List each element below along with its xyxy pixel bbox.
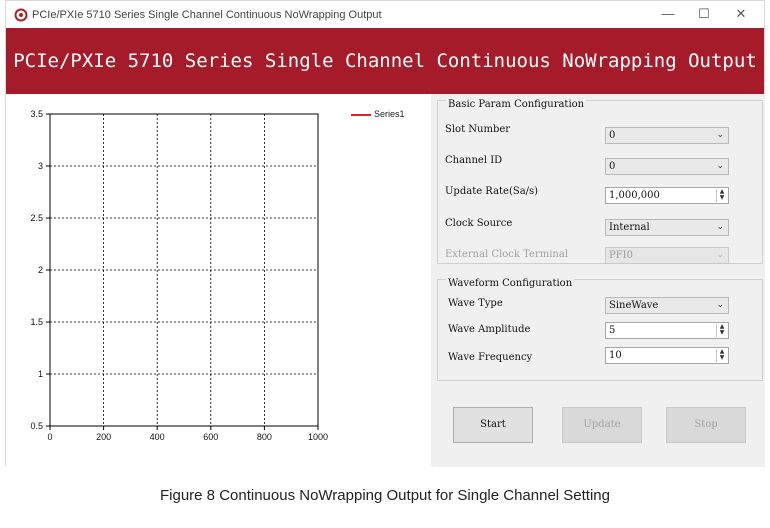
external-clock-terminal-label: External Clock Terminal xyxy=(445,249,569,260)
basic-param-group: Basic Param Configuration Slot Number 0 … xyxy=(437,99,763,264)
x-tick-label: 800 xyxy=(257,432,272,442)
wave-type-select[interactable]: SineWave ⌄ xyxy=(605,297,729,314)
external-clock-terminal-select[interactable]: PFI0 ⌄ xyxy=(605,247,729,264)
spin-down-icon[interactable]: ▼ xyxy=(717,355,727,361)
y-tick-label: 3.5 xyxy=(30,109,43,119)
stop-button[interactable]: Stop xyxy=(666,407,746,443)
wave-frequency-stepper[interactable]: ▲ ▼ xyxy=(716,349,727,362)
y-tick-label: 2.5 xyxy=(30,213,43,223)
chevron-down-icon: ⌄ xyxy=(716,161,724,171)
wave-frequency-input[interactable]: 10 ▲ ▼ xyxy=(605,347,729,364)
update-rate-label: Update Rate(Sa/s) xyxy=(445,186,539,197)
chevron-down-icon: ⌄ xyxy=(716,130,724,140)
window-title: PCIe/PXIe 5710 Series Single Channel Con… xyxy=(32,9,382,21)
close-button[interactable]: ✕ xyxy=(726,5,756,23)
slot-number-select[interactable]: 0 ⌄ xyxy=(605,127,729,144)
chart-legend: Series1 xyxy=(351,109,405,119)
settings-panel: Basic Param Configuration Slot Number 0 … xyxy=(433,94,765,467)
y-tick-label: 1 xyxy=(38,369,43,379)
update-rate-input[interactable]: 1,000,000 ▲ ▼ xyxy=(605,187,729,204)
wave-amplitude-value: 5 xyxy=(609,325,616,336)
wave-frequency-label: Wave Frequency xyxy=(448,352,533,363)
x-tick-label: 600 xyxy=(203,432,218,442)
slot-number-label: Slot Number xyxy=(445,124,511,135)
waveform-config-group: Waveform Configuration Wave Type SineWav… xyxy=(437,278,763,381)
wave-amplitude-stepper[interactable]: ▲ ▼ xyxy=(716,324,727,337)
legend-label-series1: Series1 xyxy=(374,109,405,119)
wave-type-label: Wave Type xyxy=(448,298,503,309)
x-tick-label: 200 xyxy=(96,432,111,442)
y-tick-label: 0.5 xyxy=(30,421,43,431)
title-bar: PCIe/PXIe 5710 Series Single Channel Con… xyxy=(6,1,764,28)
wave-amplitude-label: Wave Amplitude xyxy=(448,324,531,335)
channel-id-value: 0 xyxy=(609,161,616,172)
start-button[interactable]: Start xyxy=(453,407,533,443)
chevron-down-icon: ⌄ xyxy=(716,222,724,232)
channel-id-label: Channel ID xyxy=(445,155,503,166)
waveform-chart: 0 200 400 600 800 1000 0.5 1 1.5 2 2.5 3 3.5 Series1 xyxy=(6,94,431,467)
waveform-config-title: Waveform Configuration xyxy=(446,278,575,289)
wave-frequency-value: 10 xyxy=(609,350,622,361)
y-tick-label: 1.5 xyxy=(30,317,43,327)
chart-canvas: 0 200 400 600 800 1000 0.5 1 1.5 2 2.5 3 3.5 xyxy=(30,109,328,442)
slot-number-value: 0 xyxy=(609,130,616,141)
app-window: PCIe/PXIe 5710 Series Single Channel Con… xyxy=(5,0,765,467)
external-clock-terminal-value: PFI0 xyxy=(609,250,633,261)
update-rate-value: 1,000,000 xyxy=(609,190,660,201)
y-tick-label: 2 xyxy=(38,265,43,275)
clock-source-value: Internal xyxy=(609,222,650,233)
header-banner: PCIe/PXIe 5710 Series Single Channel Con… xyxy=(6,28,764,94)
wave-amplitude-input[interactable]: 5 ▲ ▼ xyxy=(605,322,729,339)
update-rate-stepper[interactable]: ▲ ▼ xyxy=(716,189,727,202)
chevron-down-icon: ⌄ xyxy=(716,300,724,310)
clock-source-label: Clock Source xyxy=(445,218,513,229)
figure-caption: Figure 8 Continuous NoWrapping Output fo… xyxy=(160,487,610,504)
maximize-button[interactable]: ☐ xyxy=(689,5,719,23)
y-tick-label: 3 xyxy=(38,161,43,171)
chevron-down-icon: ⌄ xyxy=(716,250,724,260)
wave-type-value: SineWave xyxy=(609,300,659,311)
basic-param-title: Basic Param Configuration xyxy=(446,99,587,110)
clock-source-select[interactable]: Internal ⌄ xyxy=(605,219,729,236)
spin-down-icon[interactable]: ▼ xyxy=(717,330,727,336)
channel-id-select[interactable]: 0 ⌄ xyxy=(605,158,729,175)
x-tick-label: 400 xyxy=(150,432,165,442)
app-logo-icon xyxy=(14,8,28,22)
x-tick-label: 0 xyxy=(47,432,52,442)
update-button[interactable]: Update xyxy=(562,407,642,443)
spin-down-icon[interactable]: ▼ xyxy=(717,195,727,201)
minimize-button[interactable]: — xyxy=(653,5,683,23)
legend-swatch xyxy=(351,113,371,116)
x-tick-label: 1000 xyxy=(308,432,328,442)
